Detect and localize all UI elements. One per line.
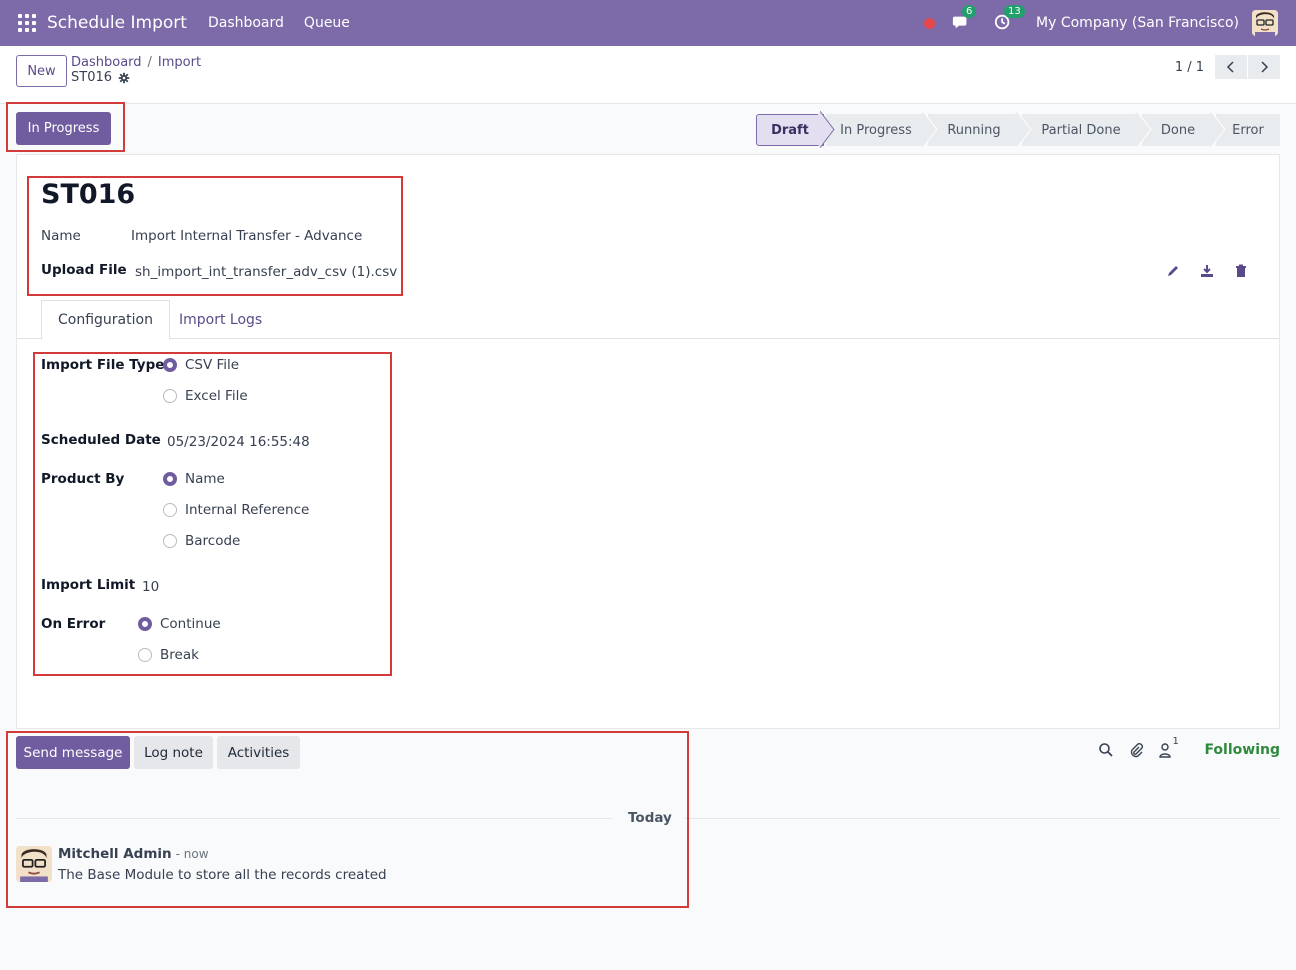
send-message-button[interactable]: Send message (16, 736, 130, 769)
import-limit-field[interactable]: 10 (142, 579, 159, 595)
radio-label: CSV File (185, 357, 240, 373)
date-divider (684, 818, 1280, 819)
messages-icon[interactable]: 6 (952, 5, 977, 33)
radio-product-name[interactable]: Name (163, 471, 225, 487)
edit-pencil-icon[interactable] (1165, 263, 1181, 279)
import-file-type-label: Import File Type (41, 357, 165, 373)
message-time: - now (175, 847, 209, 861)
stage-error[interactable]: Error (1216, 114, 1280, 146)
on-error-label: On Error (41, 616, 106, 632)
radio-internal-reference[interactable]: Internal Reference (163, 502, 309, 518)
chevron-left-icon (1226, 61, 1234, 73)
activities-clock-icon[interactable]: 13 (994, 5, 1025, 33)
app-title[interactable]: Schedule Import (47, 13, 187, 33)
in-progress-button[interactable]: In Progress (16, 112, 111, 145)
recording-dot-icon[interactable] (924, 17, 936, 29)
radio-checked-icon[interactable] (163, 358, 177, 372)
apps-grid-icon[interactable] (18, 14, 36, 32)
radio-csv-file[interactable]: CSV File (163, 357, 239, 373)
radio-label: Barcode (185, 533, 241, 549)
radio-label: Continue (160, 616, 221, 632)
pager-value[interactable]: 1 / 1 (1175, 60, 1204, 75)
search-icon[interactable] (1098, 742, 1114, 758)
current-record-name: ST016 (71, 70, 113, 85)
radio-label: Excel File (185, 388, 248, 404)
breadcrumb-separator: / (147, 55, 152, 70)
chatter-tools: 1 Following (1098, 736, 1280, 758)
breadcrumb-dashboard[interactable]: Dashboard (71, 55, 142, 70)
activities-button[interactable]: Activities (217, 736, 300, 769)
radio-checked-icon[interactable] (138, 617, 152, 631)
file-actions (1147, 263, 1249, 279)
radio-unchecked-icon[interactable] (163, 534, 177, 548)
radio-break[interactable]: Break (138, 647, 199, 663)
status-bar: In Progress Draft In Progress Running Pa… (0, 104, 1296, 154)
breadcrumb: Dashboard / Import (71, 55, 201, 70)
form-sheet: ST016 Name Import Internal Transfer - Ad… (16, 154, 1280, 729)
pager: 1 / 1 (1175, 55, 1280, 79)
radio-checked-icon[interactable] (163, 472, 177, 486)
radio-unchecked-icon[interactable] (138, 648, 152, 662)
top-navbar: Schedule Import Dashboard Queue 6 13 My … (0, 0, 1296, 46)
new-button[interactable]: New (16, 55, 67, 87)
followers-user-icon[interactable]: 1 (1158, 736, 1179, 758)
radio-label: Internal Reference (185, 502, 310, 518)
radio-label: Name (185, 471, 225, 487)
paperclip-icon[interactable] (1128, 742, 1144, 758)
radio-continue[interactable]: Continue (138, 616, 221, 632)
message-body: The Base Module to store all the records… (58, 867, 387, 883)
record-title[interactable]: ST016 (41, 179, 135, 210)
stage-running[interactable]: Running (928, 114, 1020, 146)
message-author[interactable]: Mitchell Admin - now (58, 846, 209, 862)
stage-done[interactable]: Done (1142, 114, 1214, 146)
stage-partial-done[interactable]: Partial Done (1022, 114, 1140, 146)
name-label: Name (41, 228, 81, 244)
trash-icon[interactable] (1233, 263, 1249, 279)
import-limit-label: Import Limit (41, 577, 136, 593)
radio-unchecked-icon[interactable] (163, 389, 177, 403)
radio-excel-file[interactable]: Excel File (163, 388, 248, 404)
menu-queue[interactable]: Queue (304, 15, 350, 31)
following-button[interactable]: Following (1204, 742, 1280, 758)
date-separator-label: Today (628, 810, 672, 826)
activities-badge: 13 (1004, 5, 1025, 18)
user-avatar[interactable] (1252, 10, 1278, 36)
name-field[interactable]: Import Internal Transfer - Advance (131, 228, 362, 244)
stage-draft[interactable]: Draft (756, 114, 824, 146)
company-switcher[interactable]: My Company (San Francisco) (1036, 15, 1239, 31)
date-divider (16, 818, 612, 819)
pager-next-button[interactable] (1248, 55, 1280, 79)
pager-previous-button[interactable] (1215, 55, 1247, 79)
followers-count: 1 (1172, 736, 1179, 747)
scheduled-date-label: Scheduled Date (41, 432, 161, 448)
log-note-button[interactable]: Log note (134, 736, 213, 769)
product-by-label: Product By (41, 471, 125, 487)
stage-in-progress[interactable]: In Progress (826, 114, 926, 146)
scheduled-date-field[interactable]: 05/23/2024 16:55:48 (167, 434, 310, 450)
control-panel: New Dashboard / Import ST016 1 / 1 (0, 46, 1296, 104)
gear-icon[interactable] (118, 72, 130, 84)
stage-pipeline: Draft In Progress Running Partial Done D… (754, 114, 1280, 146)
breadcrumb-import[interactable]: Import (158, 55, 201, 70)
radio-barcode[interactable]: Barcode (163, 533, 240, 549)
radio-label: Break (160, 647, 199, 663)
upload-file-value[interactable]: sh_import_int_transfer_adv_csv (1).csv (135, 264, 397, 280)
message-author-name[interactable]: Mitchell Admin (58, 846, 172, 862)
chevron-right-icon (1261, 61, 1269, 73)
upload-file-label: Upload File (41, 262, 127, 278)
messages-badge: 6 (962, 5, 977, 18)
message-author-avatar[interactable] (16, 846, 52, 882)
tab-configuration[interactable]: Configuration (41, 300, 170, 340)
tab-import-logs[interactable]: Import Logs (163, 300, 278, 339)
download-icon[interactable] (1199, 263, 1215, 279)
notebook-tabs: Configuration Import Logs (17, 300, 1279, 340)
menu-dashboard[interactable]: Dashboard (208, 15, 284, 31)
radio-unchecked-icon[interactable] (163, 503, 177, 517)
current-record: ST016 (71, 70, 130, 85)
